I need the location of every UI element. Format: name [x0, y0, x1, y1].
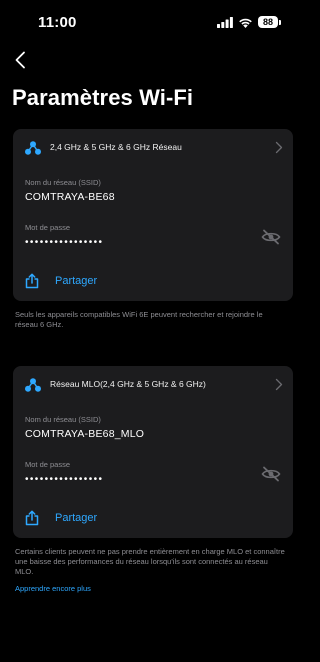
share-label: Partager [55, 512, 98, 524]
share-label: Partager [55, 275, 98, 287]
network-card-mlo: Réseau MLO(2,4 GHz & 5 GHz & 6 GHz) Nom … [13, 366, 293, 538]
network-card-title: Réseau MLO(2,4 GHz & 5 GHz & 6 GHz) [50, 379, 206, 389]
password-value: •••••••••••••••• [25, 474, 104, 485]
share-icon [25, 510, 39, 526]
mlo-note: Certains clients peuvent ne pas prendre … [15, 547, 285, 576]
battery-icon: 88 [258, 16, 281, 28]
status-icons: 88 [217, 16, 281, 28]
ssid-label: Nom du réseau (SSID) [25, 415, 101, 424]
ssid-label: Nom du réseau (SSID) [25, 178, 101, 187]
password-label: Mot de passe [25, 223, 71, 232]
wifi6e-note: Seuls les appareils compatibles WiFi 6E … [15, 310, 263, 329]
eye-off-icon[interactable] [261, 466, 281, 482]
chevron-left-icon [15, 51, 25, 69]
battery-cap [279, 19, 281, 25]
chevron-right-icon [275, 378, 283, 391]
learn-more-link[interactable]: Apprendre encore plus [15, 584, 91, 593]
network-card-header[interactable]: 2,4 GHz & 5 GHz & 6 GHz Réseau [13, 129, 293, 167]
signal-icon [217, 16, 233, 28]
share-button[interactable]: Partager [25, 508, 97, 528]
wifi-settings-screen: 11:00 88 Paramètres Wi-Fi 2,4 GHz & 5 GH… [0, 0, 305, 662]
battery-level: 88 [258, 16, 278, 28]
network-card-tri-band: 2,4 GHz & 5 GHz & 6 GHz Réseau Nom du ré… [13, 129, 293, 301]
network-card-header[interactable]: Réseau MLO(2,4 GHz & 5 GHz & 6 GHz) [13, 366, 293, 404]
status-bar: 11:00 88 [0, 0, 305, 44]
wifi-icon [239, 18, 252, 28]
ssid-value: COMTRAYA-BE68_MLO [25, 428, 145, 440]
password-value: •••••••••••••••• [25, 237, 104, 248]
network-icon [25, 378, 41, 392]
eye-off-icon[interactable] [261, 229, 281, 245]
network-icon [25, 141, 41, 155]
ssid-value: COMTRAYA-BE68 [25, 191, 115, 203]
status-time: 11:00 [38, 14, 77, 31]
share-icon [25, 273, 39, 289]
network-card-title: 2,4 GHz & 5 GHz & 6 GHz Réseau [50, 142, 182, 152]
back-button[interactable] [14, 48, 34, 72]
password-label: Mot de passe [25, 460, 71, 469]
share-button[interactable]: Partager [25, 271, 97, 291]
chevron-right-icon [275, 141, 283, 154]
page-title: Paramètres Wi-Fi [12, 85, 194, 110]
